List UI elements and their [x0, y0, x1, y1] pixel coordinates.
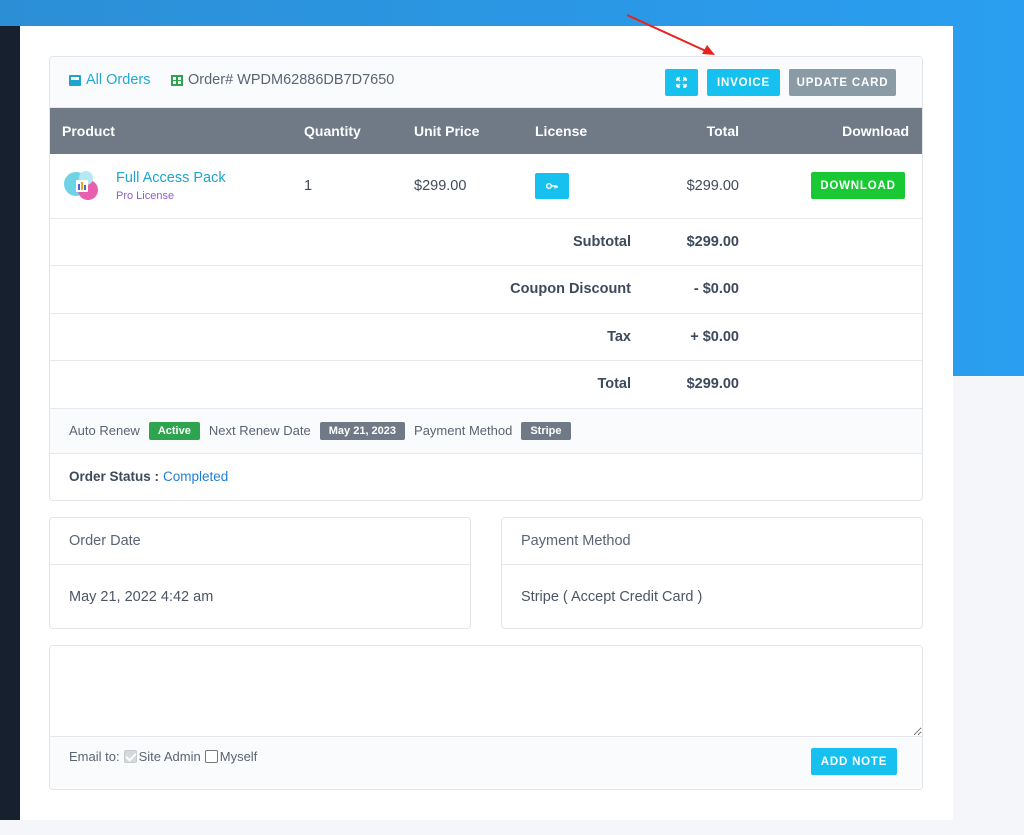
product-thumbnail: [64, 170, 98, 200]
grand-total-value: $299.00: [686, 376, 739, 393]
note-footer: Email to: Site Admin Myself ADD NOTE: [50, 737, 922, 789]
grand-total-label: Total: [597, 376, 631, 393]
license-name: Pro License: [116, 189, 175, 202]
subtotal-row: Subtotal $299.00: [50, 218, 922, 266]
tax-row: Tax + $0.00: [50, 313, 922, 361]
next-renew-badge: May 21, 2023: [319, 421, 406, 440]
tax-value: + $0.00: [690, 328, 739, 345]
myself-label: Myself: [219, 749, 258, 764]
payment-method-title: Payment Method: [502, 518, 922, 565]
unit-price-value: $299.00: [414, 177, 467, 194]
col-quantity: Quantity: [304, 123, 361, 139]
annotation-arrow: [626, 14, 715, 55]
email-to-group: Email to: Site Admin Myself: [69, 749, 257, 764]
coupon-label: Coupon Discount: [510, 281, 631, 298]
order-details-panel: All Orders Order# WPDM62886DB7D7650 INVO…: [20, 26, 953, 820]
col-unit-price: Unit Price: [414, 123, 480, 139]
payment-method-badge: Stripe: [521, 421, 571, 440]
order-status-value: Completed: [163, 469, 229, 484]
order-number-label: Order# WPDM62886DB7D7650: [188, 72, 395, 88]
table-row: Full Access Pack Pro License 1 $299.00 $…: [50, 154, 922, 218]
myself-checkbox[interactable]: [204, 750, 218, 763]
table-header-row: Product Quantity Unit Price License Tota…: [50, 108, 922, 154]
coupon-value: - $0.00: [693, 281, 739, 298]
all-orders-link[interactable]: All Orders: [69, 72, 150, 88]
col-total: Total: [706, 123, 739, 139]
site-admin-checkbox[interactable]: [123, 750, 137, 763]
auto-renew-badge: Active: [148, 421, 200, 440]
order-date-card: Order Date May 21, 2022 4:42 am: [49, 517, 471, 629]
subtotal-value: $299.00: [686, 233, 739, 250]
order-status-label: Order Status :: [69, 469, 160, 484]
invoice-button[interactable]: INVOICE: [707, 69, 780, 96]
order-date-title: Order Date: [50, 518, 470, 565]
payment-method-label: Payment Method: [414, 423, 513, 438]
quantity-value: 1: [304, 177, 313, 194]
download-button[interactable]: DOWNLOAD: [811, 172, 905, 200]
tax-label: Tax: [607, 328, 631, 345]
order-card-header: All Orders Order# WPDM62886DB7D7650 INVO…: [50, 57, 922, 108]
license-key-button[interactable]: [535, 172, 569, 199]
order-items-table: Product Quantity Unit Price License Tota…: [50, 108, 922, 409]
table-icon: [171, 74, 183, 86]
inbox-icon: [69, 74, 81, 86]
subtotal-label: Subtotal: [573, 233, 631, 250]
col-license: License: [535, 123, 588, 139]
site-admin-label: Site Admin: [138, 749, 201, 764]
product-cell: Full Access Pack Pro License: [50, 168, 304, 204]
add-note-button[interactable]: ADD NOTE: [811, 748, 897, 775]
col-product: Product: [62, 123, 115, 139]
expand-icon: [676, 77, 687, 88]
expand-button[interactable]: [665, 69, 698, 96]
grand-total-row: Total $299.00: [50, 361, 922, 408]
line-total-value: $299.00: [686, 177, 739, 194]
all-orders-label: All Orders: [86, 72, 151, 88]
order-date-value: May 21, 2022 4:42 am: [69, 588, 214, 605]
auto-renew-label: Auto Renew: [69, 423, 140, 438]
coupon-row: Coupon Discount - $0.00: [50, 266, 922, 313]
update-card-button[interactable]: UPDATE CARD: [789, 69, 896, 96]
email-to-label: Email to:: [69, 749, 120, 764]
product-name-link[interactable]: Full Access Pack: [116, 170, 226, 186]
key-icon: [546, 182, 558, 189]
payment-method-value: Stripe ( Accept Credit Card ): [521, 588, 703, 605]
order-card: All Orders Order# WPDM62886DB7D7650 INVO…: [49, 56, 923, 501]
sidebar-edge: [0, 26, 20, 820]
order-number: Order# WPDM62886DB7D7650: [171, 72, 394, 88]
renewal-info-row: Auto Renew Active Next Renew Date May 21…: [50, 408, 922, 454]
note-textarea[interactable]: [50, 646, 922, 737]
payment-method-card: Payment Method Stripe ( Accept Credit Ca…: [501, 517, 923, 629]
order-note-card: Email to: Site Admin Myself ADD NOTE: [49, 645, 923, 790]
next-renew-label: Next Renew Date: [208, 423, 311, 438]
col-download: Download: [842, 123, 909, 139]
order-status-row: Order Status : Completed: [50, 454, 922, 500]
